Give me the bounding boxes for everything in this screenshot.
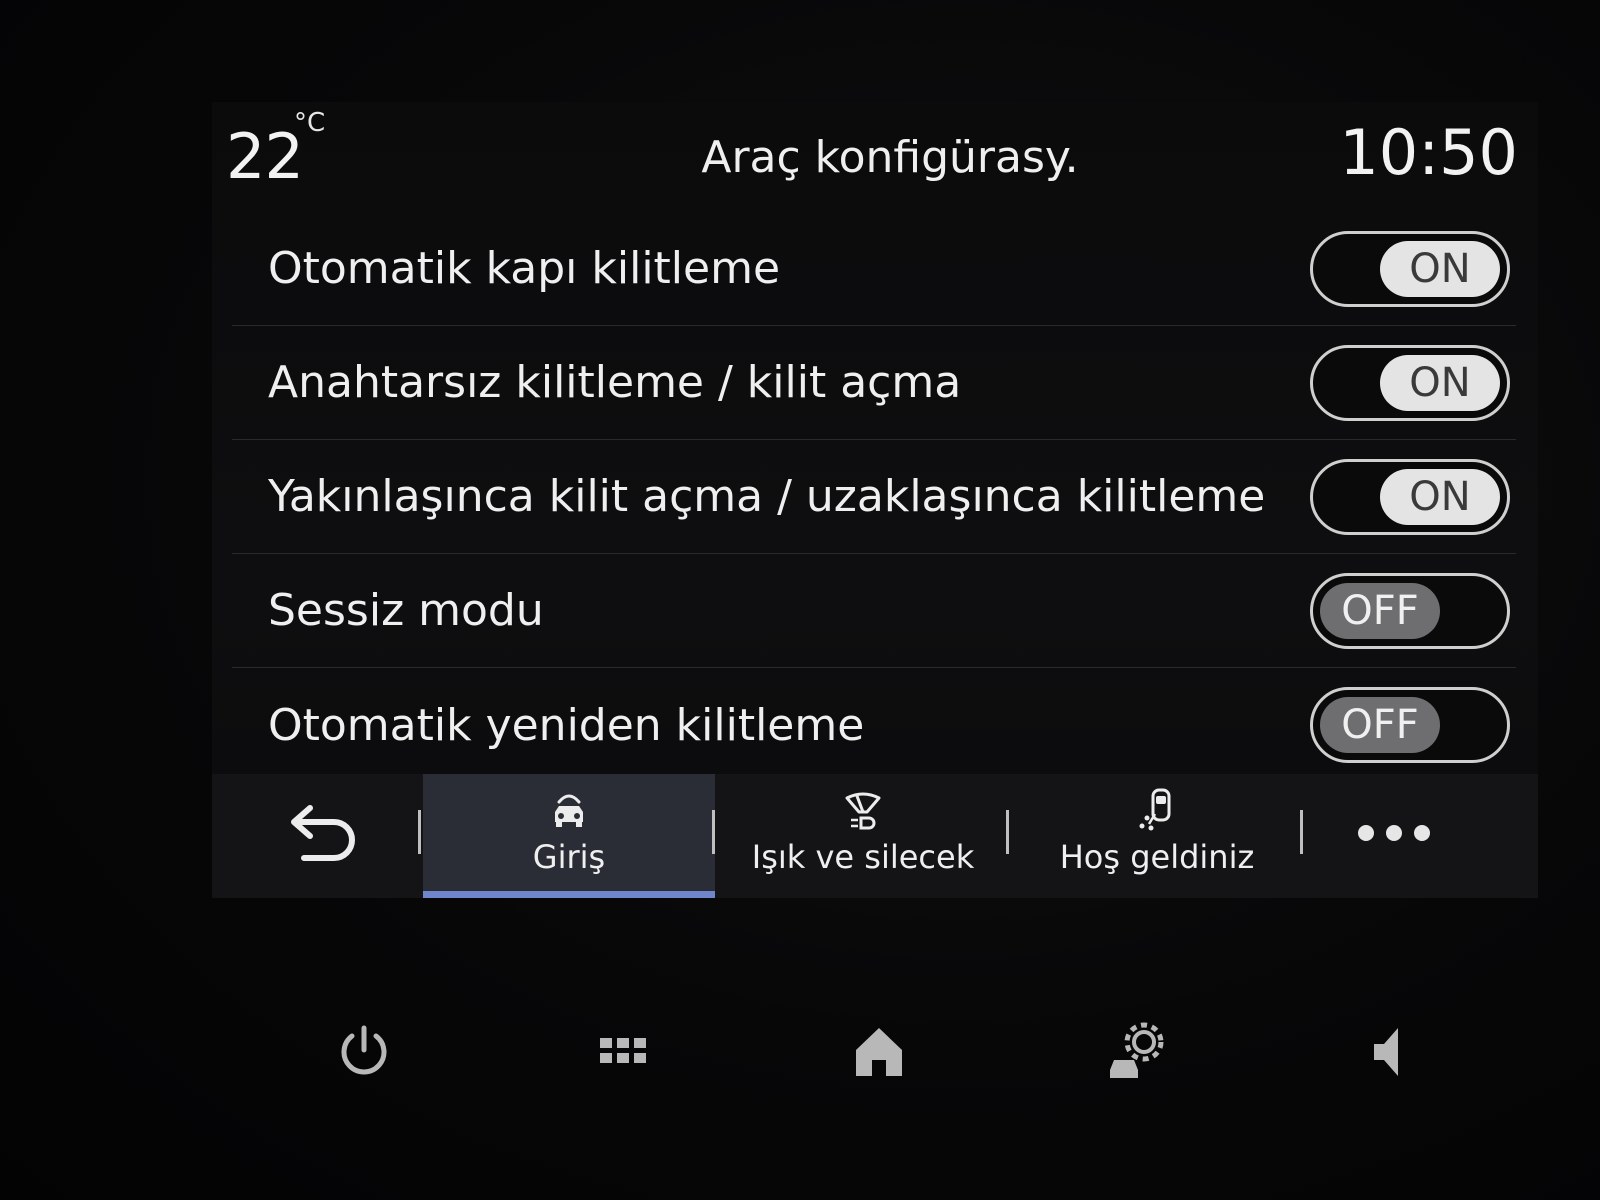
home-icon [856,1028,902,1076]
vehicle-settings-button[interactable] [1104,1018,1170,1084]
more-icon [1358,825,1374,841]
toggle-knob: ON [1380,354,1500,411]
setting-label: Otomatik yeniden kilitleme [268,699,865,751]
more-icon [1414,825,1430,841]
tab-label: Hoş geldiniz [1059,838,1255,876]
tab-separator [418,810,421,854]
apps-button[interactable] [590,1018,656,1084]
wiper-icon [845,792,881,830]
tab-welcome[interactable]: Hoş geldiniz [1011,774,1303,898]
setting-label: Otomatik kapı kilitleme [268,243,781,294]
silent-mode-toggle[interactable]: OFF [1310,572,1510,649]
toggle-knob: ON [1380,240,1500,297]
tab-separator [1300,810,1303,854]
car-door-icon [555,794,583,827]
setting-row-auto-relock: Otomatik yeniden kilitleme OFF [232,668,1516,782]
toggle-knob: ON [1380,468,1500,525]
back-arrow-icon [291,805,355,861]
power-icon [341,1025,387,1075]
setting-label: Yakınlaşınca kilit açma / uzaklaşınca ki… [268,471,1266,522]
car-settings-icon [1110,1022,1164,1078]
setting-row-proximity-lock: Yakınlaşınca kilit açma / uzaklaşınca ki… [232,440,1516,554]
keyless-lock-toggle[interactable]: ON [1310,344,1510,421]
auto-relock-toggle[interactable]: OFF [1310,687,1510,763]
back-button[interactable] [282,800,362,870]
clock: 10:50 [1339,116,1518,189]
auto-door-lock-toggle[interactable]: ON [1310,230,1510,307]
apps-grid-icon [600,1038,646,1063]
setting-label: Sessiz modu [268,585,544,636]
setting-row-auto-door-lock: Otomatik kapı kilitleme ON [232,212,1516,326]
tab-separator [1006,810,1009,854]
tab-bar: Giriş Işık ve silecek Hoş geldiniz [212,774,1538,898]
infotainment-screen: 22 °C Araç konfigürasy. 10:50 Otomatik k… [212,102,1538,898]
more-icon [1386,825,1402,841]
tab-entry[interactable]: Giriş [423,774,715,898]
setting-label: Anahtarsız kilitleme / kilit açma [268,357,962,408]
tab-separator [712,810,715,854]
toggle-knob: OFF [1320,582,1440,639]
volume-icon [1374,1028,1398,1076]
settings-list: Otomatik kapı kilitleme ON Anahtarsız ki… [232,212,1516,782]
tab-lights-wipers[interactable]: Işık ve silecek [717,774,1009,898]
power-button[interactable] [331,1018,397,1084]
setting-row-silent-mode: Sessiz modu OFF [232,554,1516,668]
tab-label: Işık ve silecek [751,838,975,876]
welcome-icon [1139,788,1171,831]
tab-label: Giriş [532,838,606,876]
toggle-knob: OFF [1320,697,1440,753]
more-button[interactable] [1358,818,1430,848]
proximity-lock-toggle[interactable]: ON [1310,458,1510,535]
home-button[interactable] [846,1018,912,1084]
volume-button[interactable] [1358,1018,1424,1084]
setting-row-keyless-lock: Anahtarsız kilitleme / kilit açma ON [232,326,1516,440]
